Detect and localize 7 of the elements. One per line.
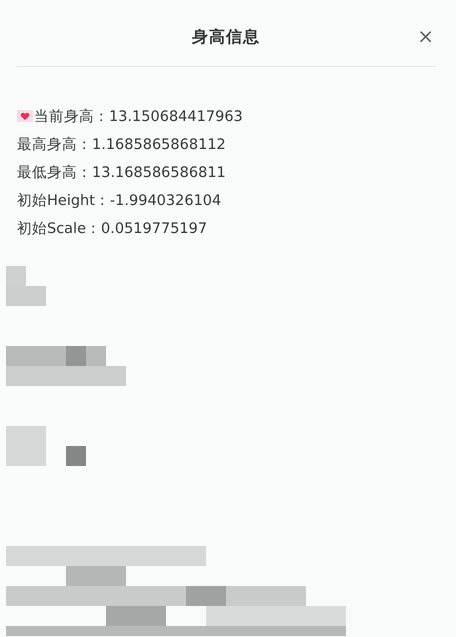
dialog-title: 身高信息 [192,27,260,48]
info-text: 初始Height：-1.9940326104 [17,192,222,210]
close-button[interactable]: × [415,24,436,48]
info-text: 当前身高：13.150684417963 [34,108,243,126]
info-text: 初始Scale：0.0519775197 [17,220,208,238]
info-text: 最低身高：13.168586586811 [17,164,226,182]
info-text: 最高身高：1.1685865868112 [17,136,226,154]
